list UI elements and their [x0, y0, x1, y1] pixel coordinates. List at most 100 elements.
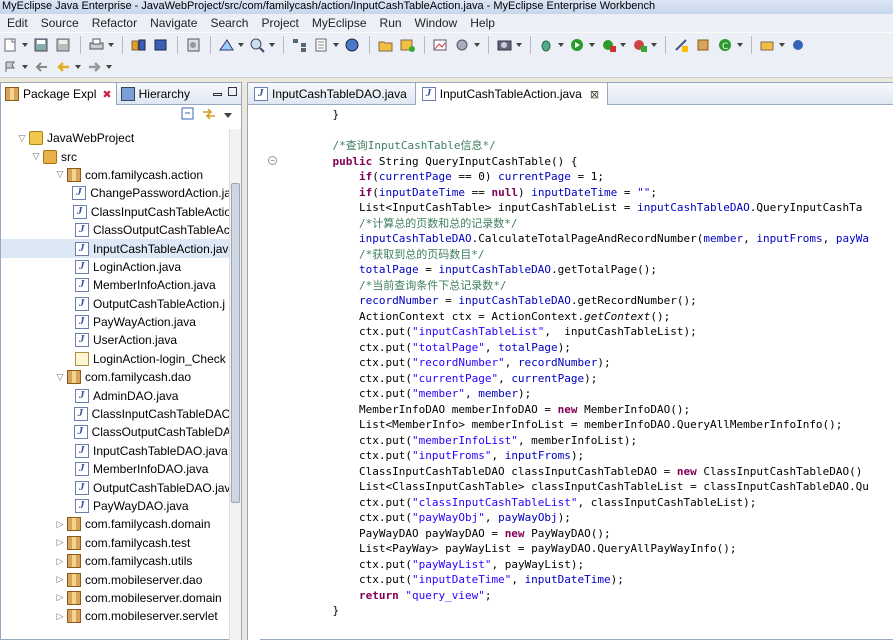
- close-tab-icon[interactable]: ⊠: [590, 88, 599, 101]
- external-tools-icon[interactable]: [631, 37, 649, 53]
- tree-item[interactable]: UserAction.java: [1, 331, 231, 349]
- tree-item[interactable]: ▽ com.familycash.action: [1, 166, 231, 184]
- close-icon[interactable]: ✖: [102, 88, 111, 101]
- menu-item-myeclipse[interactable]: MyEclipse: [305, 16, 373, 30]
- java-file-icon: [73, 425, 88, 440]
- maximize-icon[interactable]: [228, 87, 237, 96]
- search-web-icon[interactable]: [249, 37, 267, 53]
- expand-arrow-icon[interactable]: ▽: [17, 133, 27, 144]
- expand-arrow-icon[interactable]: ▽: [55, 169, 65, 180]
- menu-item-edit[interactable]: Edit: [0, 16, 34, 30]
- tree-item[interactable]: LoginAction.java: [1, 258, 231, 276]
- collapse-arrow-icon[interactable]: ▷: [55, 592, 65, 603]
- tree-item[interactable]: OutputCashTableAction.j: [1, 295, 231, 313]
- code-line: recordNumber = inputCashTableDAO.getReco…: [358, 294, 697, 307]
- add-icon[interactable]: [399, 37, 417, 53]
- tree-item[interactable]: ▷ com.mobileserver.dao: [1, 570, 231, 588]
- menu-item-navigate[interactable]: Navigate: [143, 16, 203, 30]
- globe-icon[interactable]: [344, 37, 362, 53]
- run-icon[interactable]: [569, 37, 587, 53]
- save-icon[interactable]: [33, 37, 51, 53]
- new-package-icon[interactable]: [695, 37, 713, 53]
- open-type-icon[interactable]: [130, 37, 148, 53]
- tree-item[interactable]: ClassOutputCashTableDA: [1, 423, 231, 441]
- tree-item[interactable]: MemberInfoAction.java: [1, 276, 231, 294]
- outline-icon[interactable]: [313, 37, 331, 53]
- tab-package-explorer[interactable]: Package Expl ✖: [1, 83, 117, 105]
- menu-item-window[interactable]: Window: [408, 16, 464, 30]
- new-icon[interactable]: [2, 37, 20, 53]
- collapse-all-icon[interactable]: [181, 107, 195, 124]
- open-folder-icon[interactable]: [377, 37, 395, 53]
- collapse-arrow-icon[interactable]: ▷: [55, 611, 65, 622]
- annotation-icon[interactable]: [2, 59, 20, 75]
- hierarchy-icon[interactable]: [291, 37, 309, 53]
- editor-tab[interactable]: InputCashTableDAO.java: [248, 83, 416, 104]
- fold-icon[interactable]: −: [268, 156, 277, 165]
- server-icon[interactable]: [185, 37, 203, 53]
- menu-item-source[interactable]: Source: [34, 16, 85, 30]
- tree-item[interactable]: ▽ JavaWebProject: [1, 129, 231, 147]
- back-icon[interactable]: [55, 59, 73, 75]
- tree-item[interactable]: ClassOutputCashTableAc: [1, 221, 231, 239]
- expand-arrow-icon[interactable]: ▽: [31, 151, 41, 162]
- settings-icon[interactable]: [454, 37, 472, 53]
- tree-item[interactable]: ChangePasswordAction.ja: [1, 184, 231, 202]
- minimize-icon[interactable]: [213, 93, 222, 96]
- tree-item[interactable]: ▷ com.mobileserver.domain: [1, 589, 231, 607]
- tree-item[interactable]: ▷ com.familycash.domain: [1, 515, 231, 533]
- tree-item[interactable]: LoginAction-login_Check: [1, 350, 231, 368]
- open-resource-icon[interactable]: [152, 37, 170, 53]
- save-all-icon[interactable]: [55, 37, 73, 53]
- tree-item-label: com.familycash.domain: [85, 517, 211, 532]
- team-icon[interactable]: [759, 37, 777, 53]
- forward-icon[interactable]: [86, 59, 104, 75]
- collapse-arrow-icon[interactable]: ▷: [55, 537, 65, 548]
- collapse-arrow-icon[interactable]: ▷: [55, 556, 65, 567]
- print-icon[interactable]: [88, 37, 106, 53]
- link-editor-icon[interactable]: [201, 107, 217, 124]
- tab-hierarchy[interactable]: Hierarchy: [117, 83, 194, 104]
- menu-item-search[interactable]: Search: [203, 16, 254, 30]
- tree-item[interactable]: ClassInputCashTableDAO: [1, 405, 231, 423]
- tree-item[interactable]: InputCashTableAction.jav: [1, 239, 231, 258]
- tree-item[interactable]: ▽ com.familycash.dao: [1, 368, 231, 386]
- new-java-project-icon[interactable]: [673, 37, 691, 53]
- tree-scrollbar[interactable]: [229, 129, 241, 640]
- new-class-icon[interactable]: C: [717, 37, 735, 53]
- view-menu-icon[interactable]: [223, 109, 233, 123]
- menu-item-help[interactable]: Help: [463, 16, 501, 30]
- collapse-arrow-icon[interactable]: ▷: [55, 574, 65, 585]
- help-icon[interactable]: [790, 37, 808, 53]
- tree-item[interactable]: ▷ com.familycash.utils: [1, 552, 231, 570]
- code-line: ctx.put("inputFroms", inputFroms);: [306, 449, 585, 462]
- code-area[interactable]: } /*查询InputCashTable信息*/ public String Q…: [306, 107, 893, 640]
- tree-item[interactable]: AdminDAO.java: [1, 386, 231, 404]
- tree-item[interactable]: MemberInfoDAO.java: [1, 460, 231, 478]
- package-icon: [67, 370, 81, 385]
- expand-arrow-icon[interactable]: ▽: [55, 372, 65, 383]
- tree-item[interactable]: InputCashTableDAO.java: [1, 442, 231, 460]
- collapse-arrow-icon[interactable]: ▷: [55, 519, 65, 530]
- project-tree: ▽ JavaWebProject ▽ src ▽ com.familycash.actio…: [1, 129, 231, 640]
- tree-item[interactable]: PayWayDAO.java: [1, 497, 231, 515]
- menu-item-project[interactable]: Project: [254, 16, 304, 30]
- menu-item-refactor[interactable]: Refactor: [85, 16, 143, 30]
- main-toolbar: C: [0, 32, 893, 56]
- gallery-icon[interactable]: [432, 37, 450, 53]
- run-external-icon[interactable]: [600, 37, 618, 53]
- scrollbar-thumb[interactable]: [231, 183, 240, 503]
- java-file-icon: [75, 278, 89, 293]
- editor-tab[interactable]: InputCashTableAction.java ⊠: [415, 83, 609, 105]
- tree-item[interactable]: PayWayAction.java: [1, 313, 231, 331]
- debug-icon[interactable]: [538, 37, 556, 53]
- tree-item[interactable]: ▷ com.familycash.test: [1, 534, 231, 552]
- tree-item[interactable]: ▽ src: [1, 147, 231, 165]
- tree-item[interactable]: OutputCashTableDAO.jav: [1, 478, 231, 496]
- tree-item[interactable]: ClassInputCashTableActio: [1, 203, 231, 221]
- deploy-icon[interactable]: [218, 37, 236, 53]
- last-edit-icon[interactable]: [33, 59, 51, 75]
- menu-item-run[interactable]: Run: [373, 16, 408, 30]
- camera-icon[interactable]: [496, 37, 514, 53]
- tree-item[interactable]: ▷ com.mobileserver.servlet: [1, 607, 231, 625]
